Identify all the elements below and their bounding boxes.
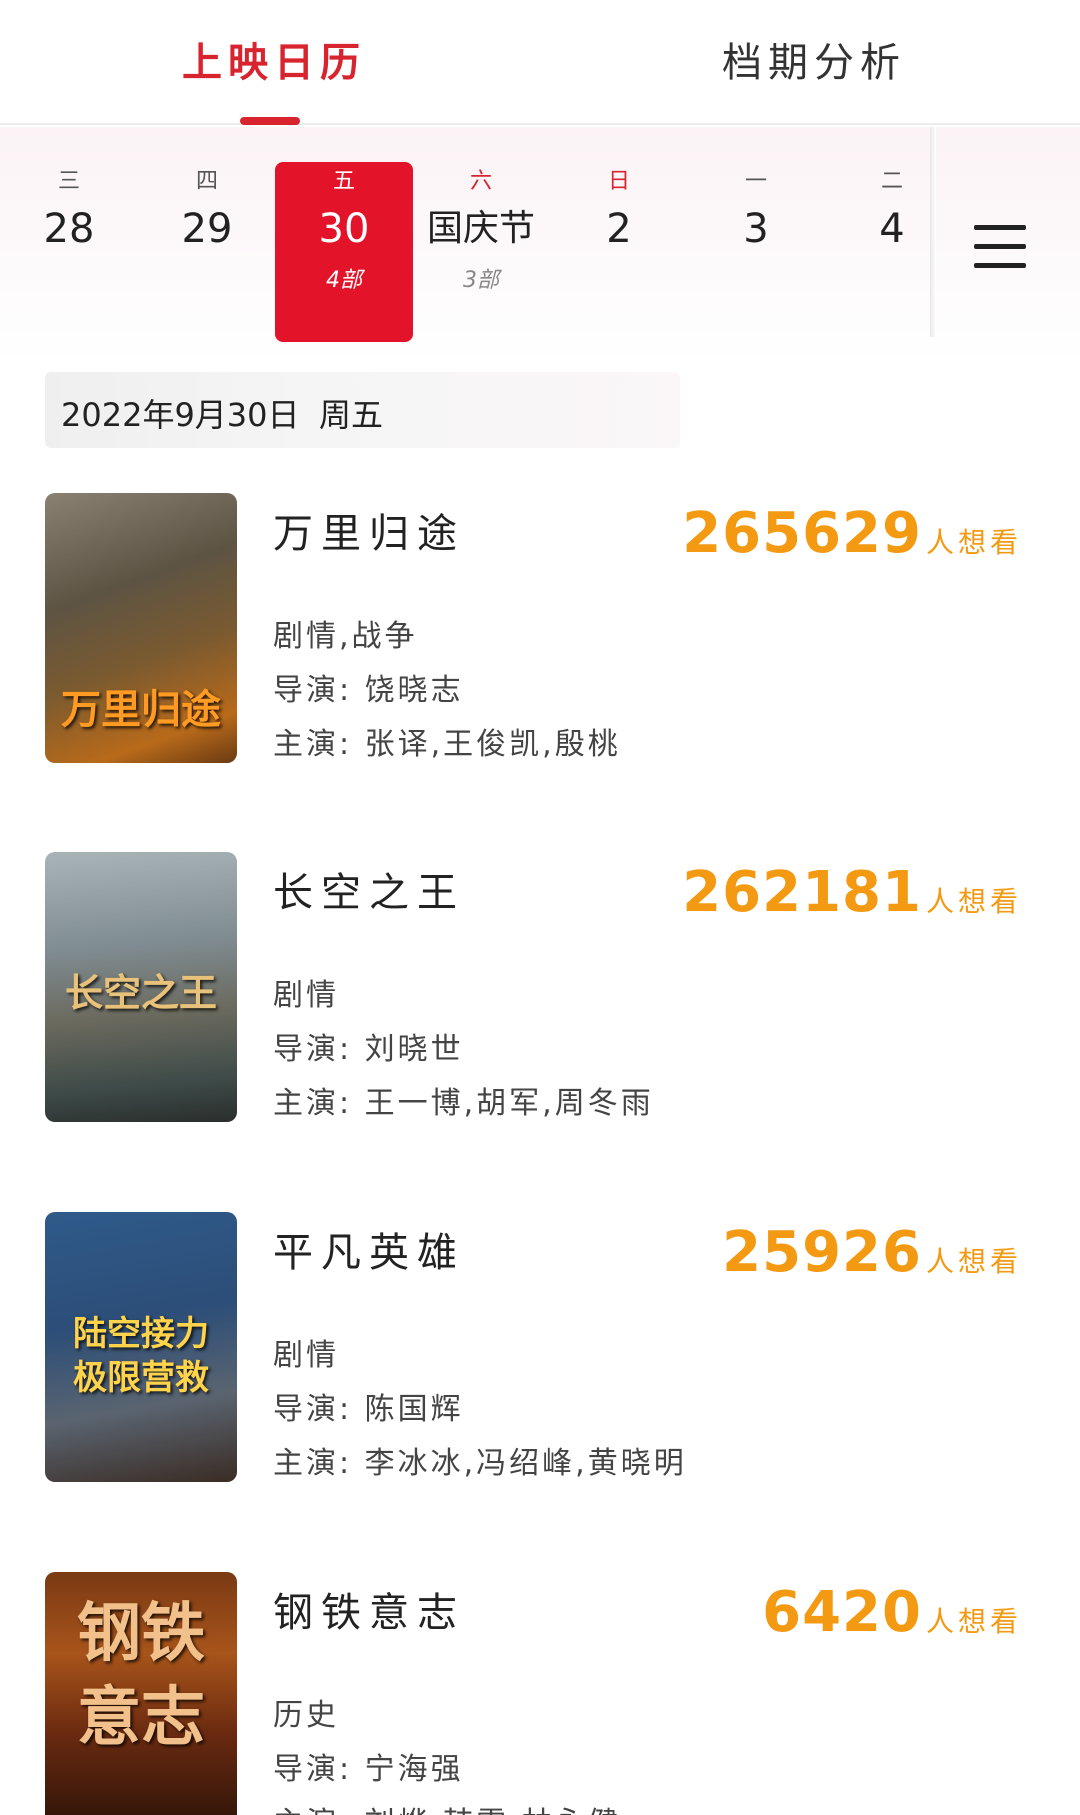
movie-item[interactable]: 陆空接力 极限营救 平凡英雄 25926 人想看 剧情 导演: 陈国辉 主演: 李… (0, 1212, 1080, 1512)
release-count: 4部 (326, 268, 362, 293)
movie-title[interactable]: 平凡英雄 (273, 1220, 465, 1278)
release-count: 3部 (463, 268, 499, 293)
day-30-selected[interactable]: 五 30 4部 (275, 162, 413, 342)
movie-genre: 历史 (273, 1698, 339, 1733)
weekday-label: 五 (332, 169, 355, 194)
day-29[interactable]: 四 29 (138, 162, 276, 342)
strip-shadow-divider (930, 127, 936, 337)
weekday-label: 二 (880, 169, 903, 194)
weekday-label: 日 (607, 169, 630, 194)
want-to-see-count: 25926 人想看 (722, 1220, 1022, 1285)
hamburger-menu-icon[interactable] (974, 225, 1026, 269)
movie-title[interactable]: 万里归途 (273, 501, 465, 559)
selected-date: 2022年9月30日 (61, 396, 300, 434)
weekday-label: 四 (195, 169, 218, 194)
release-count (0, 261, 138, 301)
day-4[interactable]: 二 4 (823, 162, 961, 342)
day-number: 国庆节 (426, 208, 535, 249)
want-to-see-count: 6420 人想看 (762, 1580, 1022, 1645)
movie-director: 导演: 饶晓志 (273, 673, 464, 708)
active-tab-indicator (240, 117, 300, 125)
tab-schedule-analysis[interactable]: 档期分析 (722, 30, 906, 88)
want-number: 6420 (762, 1580, 922, 1645)
want-number: 265629 (682, 501, 922, 566)
poster-title-art: 万里归途 (61, 686, 221, 733)
movie-director: 导演: 刘晓世 (273, 1032, 464, 1067)
day-number: 30 (318, 206, 370, 252)
movie-cast: 主演: 王一博,胡军,周冬雨 (273, 1086, 654, 1121)
want-unit: 人想看 (925, 1245, 1022, 1278)
day-3[interactable]: 一 3 (687, 162, 825, 342)
day-28[interactable]: 三 28 (0, 162, 138, 342)
movie-director: 导演: 宁海强 (273, 1752, 464, 1787)
release-count (138, 261, 276, 301)
movie-item[interactable]: 万里归途 万里归途 265629 人想看 剧情,战争 导演: 饶晓志 主演: 张译… (0, 493, 1080, 793)
movie-genre: 剧情 (273, 1338, 339, 1373)
tab-release-calendar[interactable]: 上映日历 (182, 30, 366, 88)
movie-cast: 主演: 刘烨,韩雪,林永健 (273, 1798, 621, 1815)
selected-weekday: 周五 (319, 396, 384, 434)
movie-genre: 剧情,战争 (273, 619, 418, 654)
movie-item[interactable]: 钢铁意志 钢铁意志 6420人想看 历史 导演: 宁海强 主演: 刘烨,韩雪,林… (0, 1572, 1080, 1815)
poster-title-art: 钢铁意志 (77, 1596, 205, 1755)
want-number: 262181 (682, 860, 922, 925)
day-national-day[interactable]: 六 国庆节 3部 (412, 162, 550, 342)
release-count (550, 261, 688, 301)
weekday-label: 一 (744, 169, 767, 194)
movie-item[interactable]: 长空之王 长空之王 262181 人想看 剧情 导演: 刘晓世 主演: 王一博,胡… (0, 852, 1080, 1152)
day-number: 4 (879, 206, 905, 252)
movie-cast: 主演: 张译,王俊凯,殷桃 (273, 727, 621, 762)
want-unit: 人想看 (925, 885, 1022, 918)
movie-director: 导演: 陈国辉 (273, 1392, 464, 1427)
weekday-label: 六 (469, 169, 492, 194)
selected-date-header: 2022年9月30日 周五 (45, 372, 680, 448)
date-strip: 三 28 四 29 五 30 4部 六 国庆节 3部 日 2 一 3 二 4 (0, 127, 1080, 362)
top-tab-bar: 上映日历 档期分析 (0, 0, 1080, 125)
movie-poster[interactable]: 万里归途 (45, 493, 237, 763)
release-count (823, 261, 961, 301)
movie-title[interactable]: 钢铁意志 (273, 1580, 465, 1638)
day-number: 29 (181, 206, 233, 252)
weekday-label: 三 (57, 169, 80, 194)
day-number: 2 (606, 206, 632, 252)
movie-title[interactable]: 长空之王 (273, 860, 465, 918)
release-count (687, 261, 825, 301)
day-number: 3 (743, 206, 769, 252)
want-unit: 人想看 (925, 1605, 1022, 1638)
movie-cast: 主演: 李冰冰,冯绍峰,黄晓明 (273, 1446, 687, 1481)
day-number: 28 (43, 206, 95, 252)
poster-title-art: 长空之王 (64, 970, 217, 1015)
movie-poster[interactable]: 长空之王 (45, 852, 237, 1122)
movie-genre: 剧情 (273, 978, 339, 1013)
want-unit: 人想看 (925, 526, 1022, 559)
movie-poster[interactable]: 陆空接力 极限营救 (45, 1212, 237, 1482)
want-to-see-count: 262181 人想看 (682, 860, 1022, 925)
want-to-see-count: 265629 人想看 (682, 501, 1022, 566)
day-2[interactable]: 日 2 (550, 162, 688, 342)
want-number: 25926 (722, 1220, 922, 1285)
poster-title-art: 陆空接力 极限营救 (73, 1314, 209, 1398)
movie-poster[interactable]: 钢铁意志 (45, 1572, 237, 1815)
